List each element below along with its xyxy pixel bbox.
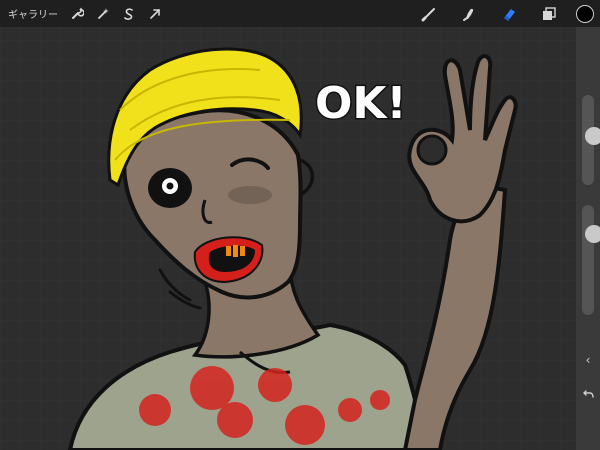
eraser-tool[interactable] <box>496 1 522 27</box>
selection-button[interactable] <box>116 1 142 27</box>
svg-text:OK!: OK! <box>315 78 407 129</box>
transform-arrow-icon <box>150 8 160 19</box>
drawing-canvas[interactable]: OK! <box>0 27 576 450</box>
modify-button[interactable]: ‹ <box>578 350 598 370</box>
paint-tool[interactable] <box>416 1 442 27</box>
chevron-left-icon: ‹ <box>585 353 591 367</box>
gallery-button[interactable]: ギャラリー <box>8 6 58 21</box>
smudge-tool[interactable] <box>456 1 482 27</box>
opacity-slider[interactable] <box>582 205 600 315</box>
brush-icon <box>421 7 435 21</box>
undo-icon <box>583 390 594 398</box>
smudge-icon <box>463 8 474 21</box>
right-sidebar: ‹ <box>576 27 600 450</box>
magic-wand-icon <box>98 7 109 19</box>
color-picker-button[interactable] <box>576 4 594 23</box>
eraser-icon <box>504 8 515 21</box>
selection-s-icon <box>124 7 133 20</box>
procreate-app: ギャラリー OK! ‹ <box>0 0 600 450</box>
top-toolbar: ギャラリー <box>0 0 600 27</box>
transform-button[interactable] <box>142 1 168 27</box>
wrench-icon <box>72 7 84 19</box>
brush-size-slider[interactable] <box>582 95 600 185</box>
layers-icon <box>543 6 556 20</box>
brush-size-knob[interactable] <box>585 127 600 145</box>
opacity-knob[interactable] <box>585 225 600 243</box>
speech-text: OK! <box>314 77 409 131</box>
artwork: OK! <box>0 27 576 450</box>
adjustments-button[interactable] <box>90 1 116 27</box>
undo-button[interactable] <box>578 385 598 405</box>
actions-button[interactable] <box>64 1 90 27</box>
layers-button[interactable] <box>536 1 562 27</box>
tool-group <box>402 0 600 27</box>
